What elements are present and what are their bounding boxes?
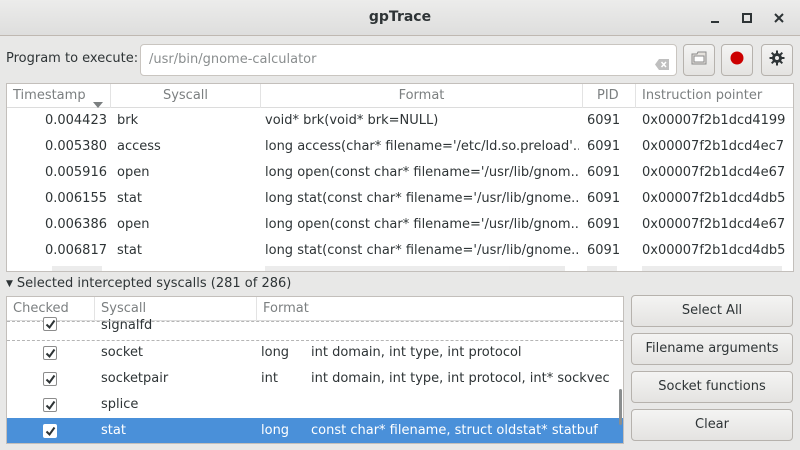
minimize-icon[interactable]	[706, 9, 724, 27]
partial-row-fragment	[265, 266, 565, 271]
syscall-cell: stat	[117, 191, 142, 206]
partial-row-fragment	[587, 266, 617, 271]
socket-functions-button[interactable]: Socket functions	[631, 371, 793, 403]
format-cell: long open(const char* filename='/usr/lib…	[265, 165, 579, 180]
list-item[interactable]: socketpair int int domain, int type, int…	[7, 366, 623, 392]
checkbox[interactable]	[43, 398, 57, 412]
syscall-name: splice	[101, 397, 139, 412]
syscall-cell: open	[117, 217, 150, 232]
filename-arguments-button[interactable]: Filename arguments	[631, 333, 793, 365]
timestamp-cell: 0.005380	[44, 139, 107, 154]
return-type: long	[261, 423, 290, 438]
list-item[interactable]: signalfd	[7, 315, 623, 339]
checkbox[interactable]	[43, 346, 57, 360]
select-all-button[interactable]: Select All	[631, 295, 793, 327]
instruction-pointer-cell: 0x00007f2b1dcd4199	[642, 113, 786, 128]
pid-cell: 6091	[587, 191, 621, 206]
syscall-args: int domain, int type, int protocol	[311, 345, 522, 360]
syscall-cell: open	[117, 165, 150, 180]
title-bar: gpTrace	[0, 0, 800, 36]
table-row[interactable]: 0.004423 brk void* brk(void* brk=NULL) 6…	[7, 108, 793, 134]
format-cell: long stat(const char* filename='/usr/lib…	[265, 243, 579, 258]
list-item[interactable]: splice	[7, 392, 623, 418]
table-row[interactable]: 0.005380 access long access(char* filena…	[7, 134, 793, 160]
program-input[interactable]: /usr/bin/gnome-calculator	[140, 44, 677, 76]
instruction-pointer-cell: 0x00007f2b1dcd4ec7	[642, 139, 785, 154]
gear-icon	[769, 50, 785, 70]
pid-cell: 6091	[587, 217, 621, 232]
expander-label: Selected intercepted syscalls (281 of 28…	[16, 276, 292, 291]
timestamp-cell: 0.005916	[44, 165, 107, 180]
column-header-format[interactable]: Format	[261, 84, 583, 108]
program-row: Program to execute: /usr/bin/gnome-calcu…	[0, 37, 800, 83]
open-file-button[interactable]	[683, 44, 715, 76]
syscall-name: signalfd	[101, 318, 153, 333]
selected-syscalls-expander[interactable]: ▼ Selected intercepted syscalls (281 of 2…	[6, 276, 291, 291]
syscall-cell: stat	[117, 243, 142, 258]
window-title: gpTrace	[368, 9, 432, 25]
timestamp-cell: 0.004423	[44, 113, 107, 128]
scrollbar[interactable]	[619, 389, 622, 425]
syscall-args: const char* filename, struct oldstat* st…	[311, 423, 598, 438]
timestamp-cell: 0.006386	[44, 217, 107, 232]
clear-button[interactable]: Clear	[631, 409, 793, 441]
partial-row-fragment	[642, 266, 782, 271]
checkbox[interactable]	[43, 317, 57, 331]
settings-button[interactable]	[761, 44, 793, 76]
instruction-pointer-cell: 0x00007f2b1dcd4e67	[642, 165, 786, 180]
syscall-cell: brk	[117, 113, 139, 128]
table-row[interactable]: 0.006817 stat long stat(const char* file…	[7, 238, 793, 264]
list-item-selected[interactable]: stat long const char* filename, struct o…	[7, 418, 623, 443]
pid-cell: 6091	[587, 139, 621, 154]
syscall-name: socketpair	[101, 371, 169, 386]
syscall-table[interactable]: Checked Syscall Format signalfd socket l…	[6, 296, 624, 444]
instruction-pointer-cell: 0x00007f2b1dcd4db5	[642, 243, 786, 258]
partial-row-fragment	[52, 266, 102, 271]
format-cell: long access(char* filename='/etc/ld.so.p…	[265, 139, 579, 154]
syscall-name: socket	[101, 345, 144, 360]
maximize-icon[interactable]	[738, 9, 756, 27]
column-header-syscall[interactable]: Syscall	[111, 84, 261, 108]
format-cell: void* brk(void* brk=NULL)	[265, 113, 439, 128]
table-row[interactable]: 0.005916 open long open(const char* file…	[7, 160, 793, 186]
checkbox[interactable]	[43, 372, 57, 386]
record-icon	[729, 50, 745, 70]
trace-table[interactable]: Timestamp Syscall Format PID Instruction…	[6, 83, 794, 272]
column-header-timestamp[interactable]: Timestamp	[7, 84, 111, 108]
close-icon[interactable]	[770, 9, 788, 27]
return-type: long	[261, 345, 290, 360]
table-row-partial[interactable]	[7, 264, 793, 271]
timestamp-cell: 0.006817	[44, 243, 107, 258]
record-button[interactable]	[721, 44, 753, 76]
trace-table-header: Timestamp Syscall Format PID Instruction…	[7, 84, 793, 108]
clear-entry-icon[interactable]	[654, 53, 670, 70]
expander-arrow-icon: ▼	[6, 279, 13, 289]
table-row[interactable]: 0.006155 stat long stat(const char* file…	[7, 186, 793, 212]
pid-cell: 6091	[587, 165, 621, 180]
pid-cell: 6091	[587, 243, 621, 258]
syscall-args: int domain, int type, int protocol, int*…	[311, 371, 610, 386]
timestamp-cell: 0.006155	[44, 191, 107, 206]
syscall-cell: access	[117, 139, 161, 154]
program-label: Program to execute:	[6, 51, 139, 66]
instruction-pointer-cell: 0x00007f2b1dcd4db5	[642, 191, 786, 206]
column-header-instruction-pointer[interactable]: Instruction pointer	[636, 84, 793, 108]
program-path-text: /usr/bin/gnome-calculator	[149, 52, 317, 67]
return-type: int	[261, 371, 278, 386]
format-cell: long stat(const char* filename='/usr/lib…	[265, 191, 579, 206]
instruction-pointer-cell: 0x00007f2b1dcd4e67	[642, 217, 786, 232]
table-row[interactable]: 0.006386 open long open(const char* file…	[7, 212, 793, 238]
folder-icon	[691, 51, 707, 69]
syscall-name: stat	[101, 423, 126, 438]
list-item[interactable]: socket long int domain, int type, int pr…	[7, 340, 623, 366]
column-header-pid[interactable]: PID	[583, 84, 636, 108]
format-cell: long open(const char* filename='/usr/lib…	[265, 217, 579, 232]
pid-cell: 6091	[587, 113, 621, 128]
checkbox[interactable]	[43, 424, 57, 438]
